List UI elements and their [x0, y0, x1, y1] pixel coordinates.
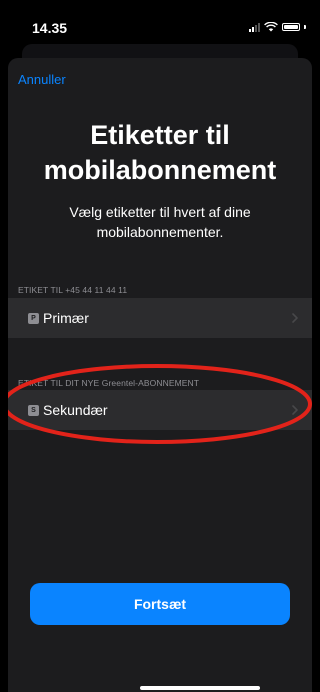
chevron-right-icon	[292, 313, 298, 323]
label-row-text: Primær	[43, 310, 89, 326]
label-row-text: Sekundær	[43, 402, 108, 418]
signal-icon	[249, 22, 260, 32]
home-indicator	[140, 686, 260, 690]
section-header-primary: ETIKET TIL +45 44 11 44 11	[18, 285, 128, 295]
cancel-button[interactable]: Annuller	[18, 72, 66, 87]
status-bar: 14.35	[0, 0, 320, 44]
page-title: Etiketter til mobilabonnement	[43, 120, 277, 185]
wifi-icon	[264, 22, 278, 32]
section-header-secondary: ETIKET TIL DIT NYE Greentel-ABONNEMENT	[18, 378, 200, 388]
continue-button[interactable]: Fortsæt	[30, 583, 290, 625]
battery-tip	[304, 25, 306, 29]
battery-icon	[282, 23, 300, 31]
status-time: 14.35	[32, 20, 68, 36]
label-row-secondary[interactable]: S Sekundær	[8, 390, 312, 430]
status-icons	[249, 22, 306, 32]
page-subtitle: Vælg etiketter til hvert af dine mobilab…	[69, 204, 251, 240]
chevron-right-icon	[292, 405, 298, 415]
label-badge-icon: P	[28, 312, 39, 324]
label-badge-icon: S	[28, 404, 39, 416]
modal-sheet: Annuller Etiketter til mobilabonnement V…	[8, 58, 312, 692]
label-row-primary[interactable]: P Primær	[8, 298, 312, 338]
